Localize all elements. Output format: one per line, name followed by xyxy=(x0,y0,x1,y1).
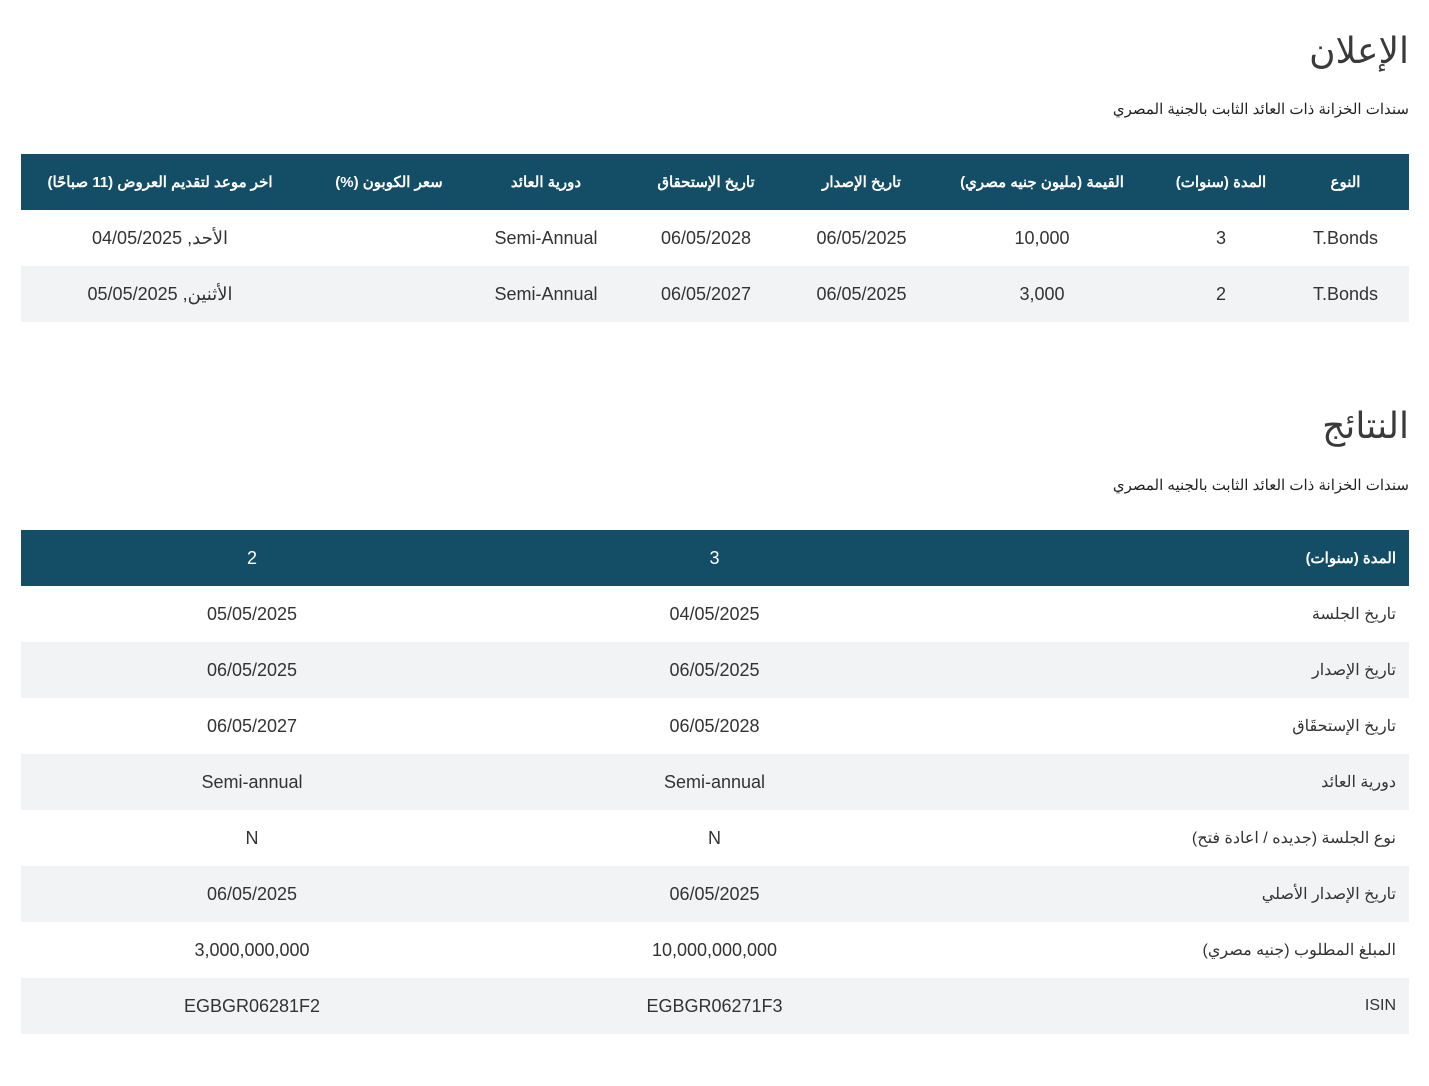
table-row: تاريخ الإستحقَاق 06/05/2028 06/05/2027 xyxy=(21,698,1409,754)
cell-value: 06/05/2025 xyxy=(483,866,946,922)
cell-tenor: 2 xyxy=(1160,266,1282,322)
cell-type: T.Bonds xyxy=(1282,266,1409,322)
cell-amount: 10,000 xyxy=(924,210,1160,266)
row-label-session-date: تاريخ الجلسة xyxy=(946,586,1409,642)
cell-coupon xyxy=(299,210,479,266)
col-header-issue-date: تاريخ الإصدار xyxy=(799,154,924,210)
col-header-frequency: دورية العائد xyxy=(479,154,613,210)
table-row: تاريخ الإصدار 06/05/2025 06/05/2025 xyxy=(21,642,1409,698)
col-header-tenor-label: المدة (سنوات) xyxy=(946,530,1409,586)
row-label-required-amount: المبلغ المطلوب (جنيه مصري) xyxy=(946,922,1409,978)
col-header-tenor-3: 3 xyxy=(483,530,946,586)
cell-frequency: Semi-Annual xyxy=(479,210,613,266)
row-label-session-type: نوع الجلسة (جديده / اعادة فتح) xyxy=(946,810,1409,866)
results-header-row: المدة (سنوات) 3 2 xyxy=(21,530,1409,586)
cell-issue-date: 06/05/2025 xyxy=(799,210,924,266)
cell-value: 06/05/2025 xyxy=(483,642,946,698)
cell-maturity-date: 06/05/2028 xyxy=(613,210,799,266)
cell-value: N xyxy=(483,810,946,866)
col-header-amount: القيمة (مليون جنيه مصري) xyxy=(924,154,1160,210)
announcement-title: الإعلان xyxy=(1309,31,1409,72)
table-row: ISIN EGBGR06271F3 EGBGR06281F2 xyxy=(21,978,1409,1034)
announcement-header-row: النوع المدة (سنوات) القيمة (مليون جنيه م… xyxy=(21,154,1409,210)
cell-value: 06/05/2027 xyxy=(21,698,483,754)
cell-value: 06/05/2025 xyxy=(21,866,483,922)
cell-value: EGBGR06281F2 xyxy=(21,978,483,1034)
row-label-frequency: دورية العائد xyxy=(946,754,1409,810)
table-row: T.Bonds 3 10,000 06/05/2025 06/05/2028 S… xyxy=(21,210,1409,266)
results-table: المدة (سنوات) 3 2 تاريخ الجلسة 04/05/202… xyxy=(21,530,1409,1034)
cell-value: 10,000,000,000 xyxy=(483,922,946,978)
cell-value: N xyxy=(21,810,483,866)
table-row: تاريخ الجلسة 04/05/2025 05/05/2025 xyxy=(21,586,1409,642)
cell-value: 06/05/2025 xyxy=(21,642,483,698)
results-title: النتائج xyxy=(1322,406,1409,447)
table-row: نوع الجلسة (جديده / اعادة فتح) N N xyxy=(21,810,1409,866)
table-row: T.Bonds 2 3,000 06/05/2025 06/05/2027 Se… xyxy=(21,266,1409,322)
announcement-table: النوع المدة (سنوات) القيمة (مليون جنيه م… xyxy=(21,154,1409,322)
col-header-tenor-2: 2 xyxy=(21,530,483,586)
col-header-tenor: المدة (سنوات) xyxy=(1160,154,1282,210)
col-header-type: النوع xyxy=(1282,154,1409,210)
cell-value: 06/05/2028 xyxy=(483,698,946,754)
cell-value: 3,000,000,000 xyxy=(21,922,483,978)
cell-value: 04/05/2025 xyxy=(483,586,946,642)
table-row: دورية العائد Semi-annual Semi-annual xyxy=(21,754,1409,810)
col-header-maturity-date: تاريخ الإستحقاق xyxy=(613,154,799,210)
row-label-issue-date: تاريخ الإصدار xyxy=(946,642,1409,698)
cell-tenor: 3 xyxy=(1160,210,1282,266)
row-label-maturity-date: تاريخ الإستحقَاق xyxy=(946,698,1409,754)
cell-amount: 3,000 xyxy=(924,266,1160,322)
cell-deadline: الأثنين, 05/05/2025 xyxy=(21,266,299,322)
results-subtitle: سندات الخزانة ذات العائد الثابت بالجنيه … xyxy=(1112,477,1409,494)
table-row: المبلغ المطلوب (جنيه مصري) 10,000,000,00… xyxy=(21,922,1409,978)
cell-value: Semi-annual xyxy=(483,754,946,810)
cell-deadline: الأحد, 04/05/2025 xyxy=(21,210,299,266)
cell-value: 05/05/2025 xyxy=(21,586,483,642)
col-header-coupon: سعر الكوبون (%) xyxy=(299,154,479,210)
col-header-deadline: اخر موعد لتقديم العروض (11 صباحًا) xyxy=(21,154,299,210)
cell-coupon xyxy=(299,266,479,322)
cell-type: T.Bonds xyxy=(1282,210,1409,266)
row-label-isin: ISIN xyxy=(946,978,1409,1034)
cell-value: EGBGR06271F3 xyxy=(483,978,946,1034)
announcement-subtitle: سندات الخزانة ذات العائد الثابت بالجنية … xyxy=(1112,101,1409,118)
cell-maturity-date: 06/05/2027 xyxy=(613,266,799,322)
table-row: تاريخ الإصدار الأصلي 06/05/2025 06/05/20… xyxy=(21,866,1409,922)
cell-frequency: Semi-Annual xyxy=(479,266,613,322)
cell-value: Semi-annual xyxy=(21,754,483,810)
row-label-original-issue-date: تاريخ الإصدار الأصلي xyxy=(946,866,1409,922)
cell-issue-date: 06/05/2025 xyxy=(799,266,924,322)
